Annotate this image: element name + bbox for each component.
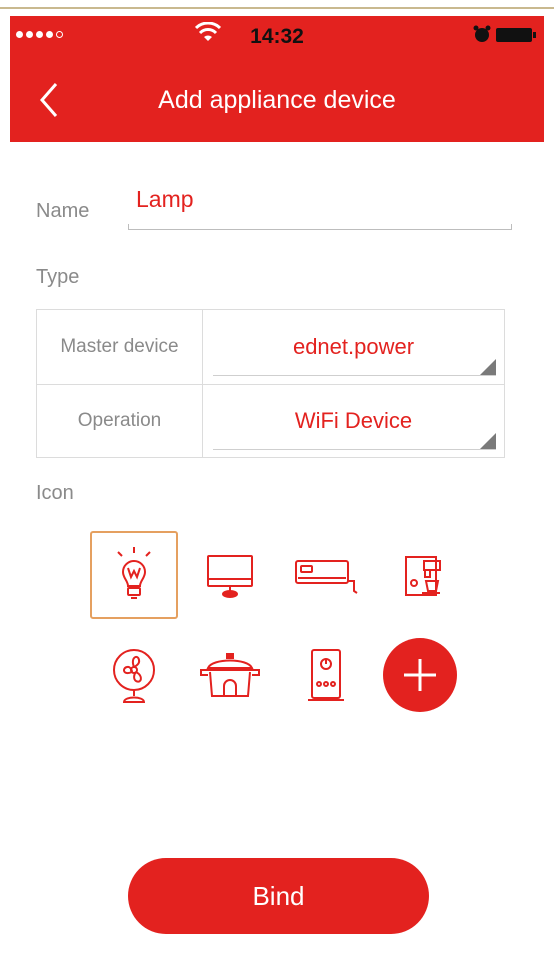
top-frame-border (0, 0, 554, 9)
type-row-master-device: Master device ednet.power (37, 310, 504, 385)
water-heater-icon (308, 649, 344, 701)
select-underline (213, 375, 496, 376)
master-device-value: ednet.power (292, 334, 415, 359)
rice-cooker-icon (200, 653, 260, 697)
dropdown-corner-icon (480, 359, 496, 375)
icon-option-fan[interactable] (90, 632, 178, 720)
fan-icon (113, 649, 155, 703)
app-header: 14:32 Add appliance device (10, 16, 544, 142)
add-icon-button[interactable] (383, 638, 457, 712)
select-underline (213, 449, 496, 450)
type-label: Type (36, 266, 80, 288)
icon-option-air-conditioner[interactable] (282, 531, 370, 619)
monitor-icon (207, 555, 253, 598)
lamp-icon (117, 547, 151, 599)
operation-label: Operation (37, 384, 203, 458)
icon-option-water-heater[interactable] (282, 632, 370, 720)
type-table: Master device ednet.power Operation WiFi… (36, 309, 505, 458)
battery-icon (496, 28, 536, 42)
name-label: Name (36, 200, 90, 222)
icon-option-monitor[interactable] (186, 531, 274, 619)
add-icon (404, 659, 436, 691)
icon-option-rice-cooker[interactable] (186, 632, 274, 720)
alarm-clock-icon (473, 25, 491, 42)
status-time: 14:32 (250, 25, 304, 48)
operation-value: WiFi Device (294, 408, 413, 433)
status-bar: 14:32 (10, 16, 544, 56)
name-input[interactable]: Lamp (136, 186, 194, 213)
type-row-operation: Operation WiFi Device (37, 384, 504, 458)
dropdown-corner-icon (480, 433, 496, 449)
page-title: Add appliance device (158, 86, 396, 114)
icon-label: Icon (36, 482, 74, 504)
coffee-machine-icon (405, 556, 441, 596)
air-conditioner-icon (295, 560, 358, 594)
master-device-select[interactable]: ednet.power (203, 310, 504, 384)
master-device-label: Master device (37, 310, 203, 384)
bind-button[interactable]: Bind (128, 858, 429, 934)
operation-select[interactable]: WiFi Device (203, 384, 504, 458)
icon-option-lamp[interactable] (90, 531, 178, 619)
icon-option-coffee-machine[interactable] (378, 531, 466, 619)
name-input-underline (128, 222, 512, 230)
